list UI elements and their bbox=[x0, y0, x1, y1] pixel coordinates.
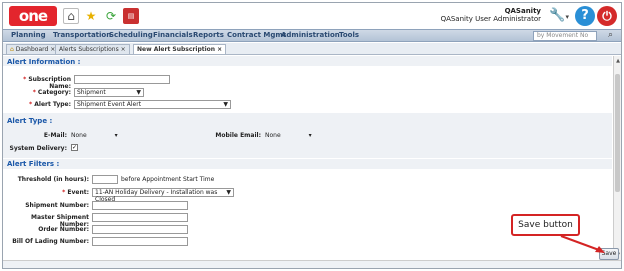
tab-dashboard[interactable]: ⌂ Dashboard × bbox=[6, 44, 60, 54]
tab-alerts-subscriptions[interactable]: Alerts Subscriptions × bbox=[55, 44, 130, 54]
threshold-field[interactable] bbox=[92, 175, 118, 184]
home-icon[interactable]: ⌂ bbox=[63, 8, 79, 24]
refresh-icon[interactable]: ⟳ bbox=[103, 8, 119, 24]
chevron-down-icon: ▼ bbox=[226, 189, 231, 196]
scroll-up-icon[interactable]: ▲ bbox=[614, 58, 621, 64]
chevron-down-icon: ▾ bbox=[114, 132, 118, 139]
user-name: QASanity bbox=[504, 7, 541, 15]
category-select[interactable]: Shipment ▼ bbox=[74, 88, 144, 97]
threshold-suffix: before Appointment Start Time bbox=[121, 176, 215, 183]
mobile-email-select[interactable]: None ▾ bbox=[265, 132, 312, 139]
shipment-number-label: Shipment Number: bbox=[25, 202, 89, 209]
chevron-down-icon: ▾ bbox=[308, 132, 312, 139]
nav-scheduling[interactable]: Scheduling bbox=[109, 31, 153, 39]
alert-filters-heading: Alert Filters : bbox=[7, 160, 60, 168]
shipment-number-field[interactable] bbox=[92, 201, 188, 210]
nav-tools[interactable]: Tools bbox=[339, 31, 359, 39]
nav-transportation[interactable]: Transportation bbox=[53, 31, 111, 39]
save-button[interactable]: Save bbox=[599, 248, 619, 260]
app-logo: one bbox=[9, 6, 57, 26]
user-info: QASanity QASanity User Administrator bbox=[441, 7, 541, 23]
chevron-down-icon: ▼ bbox=[136, 89, 141, 96]
close-icon[interactable]: × bbox=[121, 46, 126, 53]
section-band bbox=[3, 159, 612, 169]
system-delivery-label: System Delivery: bbox=[9, 145, 68, 152]
vertical-scrollbar[interactable]: ▲ ▼ bbox=[613, 56, 621, 260]
home-small-icon: ⌂ bbox=[10, 46, 14, 53]
close-icon[interactable]: × bbox=[217, 46, 222, 53]
main-nav: Planning Transportation Scheduling Finan… bbox=[3, 29, 621, 42]
order-number-label: Order Number: bbox=[38, 226, 89, 233]
subscription-name-label: * Subscription Name: bbox=[23, 76, 71, 90]
quick-icons: ⌂ ★ ⟳ ▤ bbox=[63, 5, 139, 27]
app-window: one ⌂ ★ ⟳ ▤ QASanity QASanity User Admin… bbox=[2, 2, 622, 269]
movement-search-input[interactable]: by Movement No bbox=[533, 31, 597, 41]
event-label: * Event: bbox=[62, 189, 89, 196]
subscription-name-field[interactable] bbox=[74, 75, 170, 84]
scrollbar-thumb[interactable] bbox=[615, 74, 620, 192]
chevron-down-icon: ▼ bbox=[223, 101, 228, 108]
threshold-label: Threshold (in hours): bbox=[17, 176, 89, 183]
nav-contract-mgmt[interactable]: Contract Mgmt bbox=[227, 31, 286, 39]
section-band bbox=[3, 56, 612, 66]
alert-type-heading: Alert Type : bbox=[7, 117, 53, 125]
nav-administration[interactable]: Administration bbox=[281, 31, 340, 39]
search-icon[interactable]: ⌕ bbox=[608, 30, 613, 40]
alert-type-label: * Alert Type: bbox=[29, 101, 71, 108]
save-button-callout: Save button bbox=[511, 214, 580, 236]
top-header: one ⌂ ★ ⟳ ▤ QASanity QASanity User Admin… bbox=[3, 3, 621, 29]
alert-type-select[interactable]: Shipment Event Alert ▼ bbox=[74, 100, 231, 109]
footer-bar bbox=[3, 260, 621, 268]
mobile-email-label: Mobile Email: bbox=[215, 132, 261, 139]
bill-of-lading-field[interactable] bbox=[92, 237, 188, 246]
master-shipment-number-field[interactable] bbox=[92, 213, 188, 222]
nav-financials[interactable]: Financials bbox=[153, 31, 193, 39]
order-number-field[interactable] bbox=[92, 225, 188, 234]
nav-reports[interactable]: Reports bbox=[193, 31, 224, 39]
alert-information-heading: Alert Information : bbox=[7, 58, 81, 66]
star-icon[interactable]: ★ bbox=[83, 8, 99, 24]
system-delivery-checkbox[interactable]: ✓ bbox=[71, 144, 78, 151]
tab-new-alert-subscription[interactable]: New Alert Subscription × bbox=[133, 44, 227, 54]
event-select[interactable]: 11-AN Holiday Delivery - Installation wa… bbox=[92, 188, 234, 203]
pdf-icon[interactable]: ▤ bbox=[123, 8, 139, 24]
bill-of-lading-label: Bill Of Lading Number: bbox=[12, 238, 89, 245]
category-label: * Category: bbox=[32, 89, 71, 96]
email-select[interactable]: None ▾ bbox=[71, 132, 118, 139]
help-icon[interactable]: ? bbox=[575, 6, 595, 26]
power-icon[interactable]: ⏻ bbox=[597, 6, 617, 26]
tab-bar: ⌂ Dashboard × Alerts Subscriptions × New… bbox=[3, 43, 621, 55]
email-label: E-Mail: bbox=[43, 132, 67, 139]
nav-planning[interactable]: Planning bbox=[11, 31, 46, 39]
user-role: QASanity User Administrator bbox=[440, 15, 541, 23]
wrench-icon[interactable]: 🔧▾ bbox=[549, 8, 569, 23]
